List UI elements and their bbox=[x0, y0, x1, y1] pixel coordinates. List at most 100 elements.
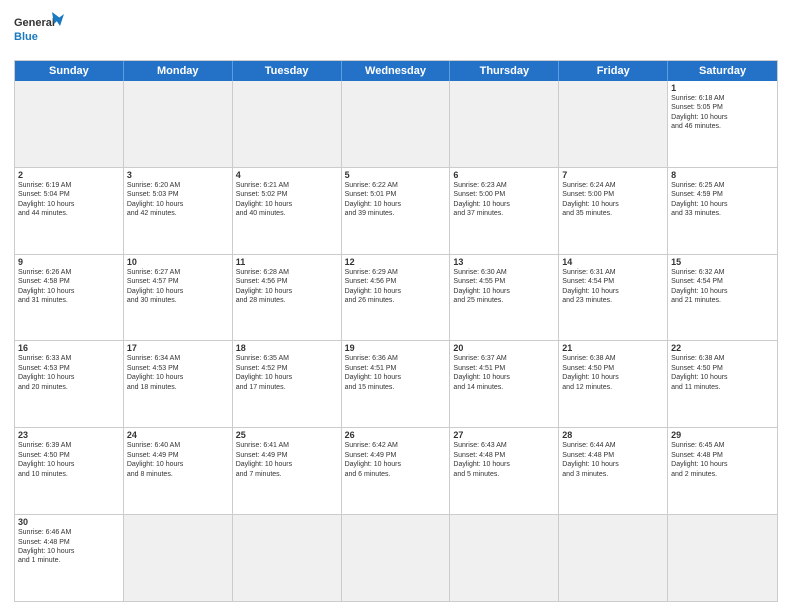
day-number: 16 bbox=[18, 343, 120, 353]
day-info: Sunrise: 6:23 AM Sunset: 5:00 PM Dayligh… bbox=[453, 181, 555, 219]
calendar-cell: 7Sunrise: 6:24 AM Sunset: 5:00 PM Daylig… bbox=[559, 168, 668, 254]
day-number: 13 bbox=[453, 257, 555, 267]
calendar-cell: 24Sunrise: 6:40 AM Sunset: 4:49 PM Dayli… bbox=[124, 428, 233, 514]
day-number: 4 bbox=[236, 170, 338, 180]
calendar-row-0: 1Sunrise: 6:18 AM Sunset: 5:05 PM Daylig… bbox=[15, 81, 777, 167]
calendar-row-3: 16Sunrise: 6:33 AM Sunset: 4:53 PM Dayli… bbox=[15, 340, 777, 427]
day-info: Sunrise: 6:36 AM Sunset: 4:51 PM Dayligh… bbox=[345, 354, 447, 392]
day-info: Sunrise: 6:27 AM Sunset: 4:57 PM Dayligh… bbox=[127, 268, 229, 306]
day-number: 20 bbox=[453, 343, 555, 353]
calendar-cell bbox=[342, 81, 451, 167]
day-number: 30 bbox=[18, 517, 120, 527]
calendar-cell: 23Sunrise: 6:39 AM Sunset: 4:50 PM Dayli… bbox=[15, 428, 124, 514]
calendar-cell bbox=[15, 81, 124, 167]
calendar-cell: 20Sunrise: 6:37 AM Sunset: 4:51 PM Dayli… bbox=[450, 341, 559, 427]
day-number: 1 bbox=[671, 83, 774, 93]
day-info: Sunrise: 6:38 AM Sunset: 4:50 PM Dayligh… bbox=[671, 354, 774, 392]
header: General Blue bbox=[14, 10, 778, 54]
day-info: Sunrise: 6:30 AM Sunset: 4:55 PM Dayligh… bbox=[453, 268, 555, 306]
generalblue-logo: General Blue bbox=[14, 10, 64, 54]
calendar-cell bbox=[124, 515, 233, 601]
calendar-cell: 21Sunrise: 6:38 AM Sunset: 4:50 PM Dayli… bbox=[559, 341, 668, 427]
day-info: Sunrise: 6:35 AM Sunset: 4:52 PM Dayligh… bbox=[236, 354, 338, 392]
day-number: 29 bbox=[671, 430, 774, 440]
day-info: Sunrise: 6:46 AM Sunset: 4:48 PM Dayligh… bbox=[18, 528, 120, 566]
day-number: 22 bbox=[671, 343, 774, 353]
day-info: Sunrise: 6:26 AM Sunset: 4:58 PM Dayligh… bbox=[18, 268, 120, 306]
calendar-cell: 4Sunrise: 6:21 AM Sunset: 5:02 PM Daylig… bbox=[233, 168, 342, 254]
weekday-header-wednesday: Wednesday bbox=[342, 61, 451, 81]
calendar-cell: 2Sunrise: 6:19 AM Sunset: 5:04 PM Daylig… bbox=[15, 168, 124, 254]
svg-text:General: General bbox=[14, 17, 55, 29]
calendar-cell: 14Sunrise: 6:31 AM Sunset: 4:54 PM Dayli… bbox=[559, 255, 668, 341]
page: General Blue SundayMondayTuesdayWednesda… bbox=[0, 0, 792, 612]
day-number: 7 bbox=[562, 170, 664, 180]
calendar-cell bbox=[668, 515, 777, 601]
calendar-cell: 12Sunrise: 6:29 AM Sunset: 4:56 PM Dayli… bbox=[342, 255, 451, 341]
calendar-cell: 1Sunrise: 6:18 AM Sunset: 5:05 PM Daylig… bbox=[668, 81, 777, 167]
day-info: Sunrise: 6:42 AM Sunset: 4:49 PM Dayligh… bbox=[345, 441, 447, 479]
calendar-cell: 5Sunrise: 6:22 AM Sunset: 5:01 PM Daylig… bbox=[342, 168, 451, 254]
day-info: Sunrise: 6:45 AM Sunset: 4:48 PM Dayligh… bbox=[671, 441, 774, 479]
weekday-header-sunday: Sunday bbox=[15, 61, 124, 81]
weekday-header-saturday: Saturday bbox=[668, 61, 777, 81]
calendar-cell: 3Sunrise: 6:20 AM Sunset: 5:03 PM Daylig… bbox=[124, 168, 233, 254]
calendar-cell bbox=[450, 515, 559, 601]
calendar: SundayMondayTuesdayWednesdayThursdayFrid… bbox=[14, 60, 778, 602]
calendar-cell: 13Sunrise: 6:30 AM Sunset: 4:55 PM Dayli… bbox=[450, 255, 559, 341]
calendar-cell: 25Sunrise: 6:41 AM Sunset: 4:49 PM Dayli… bbox=[233, 428, 342, 514]
calendar-cell: 22Sunrise: 6:38 AM Sunset: 4:50 PM Dayli… bbox=[668, 341, 777, 427]
day-info: Sunrise: 6:20 AM Sunset: 5:03 PM Dayligh… bbox=[127, 181, 229, 219]
day-info: Sunrise: 6:28 AM Sunset: 4:56 PM Dayligh… bbox=[236, 268, 338, 306]
day-info: Sunrise: 6:25 AM Sunset: 4:59 PM Dayligh… bbox=[671, 181, 774, 219]
day-info: Sunrise: 6:43 AM Sunset: 4:48 PM Dayligh… bbox=[453, 441, 555, 479]
calendar-cell bbox=[559, 81, 668, 167]
day-info: Sunrise: 6:18 AM Sunset: 5:05 PM Dayligh… bbox=[671, 94, 774, 132]
calendar-body: 1Sunrise: 6:18 AM Sunset: 5:05 PM Daylig… bbox=[15, 81, 777, 601]
day-info: Sunrise: 6:21 AM Sunset: 5:02 PM Dayligh… bbox=[236, 181, 338, 219]
weekday-header-monday: Monday bbox=[124, 61, 233, 81]
logo: General Blue bbox=[14, 10, 64, 54]
calendar-cell: 6Sunrise: 6:23 AM Sunset: 5:00 PM Daylig… bbox=[450, 168, 559, 254]
day-number: 25 bbox=[236, 430, 338, 440]
day-info: Sunrise: 6:33 AM Sunset: 4:53 PM Dayligh… bbox=[18, 354, 120, 392]
day-info: Sunrise: 6:34 AM Sunset: 4:53 PM Dayligh… bbox=[127, 354, 229, 392]
svg-text:Blue: Blue bbox=[14, 31, 38, 43]
day-number: 27 bbox=[453, 430, 555, 440]
day-info: Sunrise: 6:41 AM Sunset: 4:49 PM Dayligh… bbox=[236, 441, 338, 479]
calendar-cell: 15Sunrise: 6:32 AM Sunset: 4:54 PM Dayli… bbox=[668, 255, 777, 341]
day-info: Sunrise: 6:37 AM Sunset: 4:51 PM Dayligh… bbox=[453, 354, 555, 392]
weekday-header-thursday: Thursday bbox=[450, 61, 559, 81]
calendar-cell bbox=[233, 515, 342, 601]
day-number: 12 bbox=[345, 257, 447, 267]
calendar-row-4: 23Sunrise: 6:39 AM Sunset: 4:50 PM Dayli… bbox=[15, 427, 777, 514]
day-number: 15 bbox=[671, 257, 774, 267]
day-info: Sunrise: 6:19 AM Sunset: 5:04 PM Dayligh… bbox=[18, 181, 120, 219]
day-info: Sunrise: 6:24 AM Sunset: 5:00 PM Dayligh… bbox=[562, 181, 664, 219]
day-number: 28 bbox=[562, 430, 664, 440]
calendar-row-2: 9Sunrise: 6:26 AM Sunset: 4:58 PM Daylig… bbox=[15, 254, 777, 341]
calendar-cell: 29Sunrise: 6:45 AM Sunset: 4:48 PM Dayli… bbox=[668, 428, 777, 514]
calendar-row-1: 2Sunrise: 6:19 AM Sunset: 5:04 PM Daylig… bbox=[15, 167, 777, 254]
day-info: Sunrise: 6:22 AM Sunset: 5:01 PM Dayligh… bbox=[345, 181, 447, 219]
day-info: Sunrise: 6:31 AM Sunset: 4:54 PM Dayligh… bbox=[562, 268, 664, 306]
calendar-cell: 16Sunrise: 6:33 AM Sunset: 4:53 PM Dayli… bbox=[15, 341, 124, 427]
calendar-cell: 9Sunrise: 6:26 AM Sunset: 4:58 PM Daylig… bbox=[15, 255, 124, 341]
day-number: 11 bbox=[236, 257, 338, 267]
calendar-row-5: 30Sunrise: 6:46 AM Sunset: 4:48 PM Dayli… bbox=[15, 514, 777, 601]
day-number: 3 bbox=[127, 170, 229, 180]
day-number: 9 bbox=[18, 257, 120, 267]
calendar-cell: 28Sunrise: 6:44 AM Sunset: 4:48 PM Dayli… bbox=[559, 428, 668, 514]
day-number: 14 bbox=[562, 257, 664, 267]
day-info: Sunrise: 6:39 AM Sunset: 4:50 PM Dayligh… bbox=[18, 441, 120, 479]
day-number: 18 bbox=[236, 343, 338, 353]
calendar-cell bbox=[233, 81, 342, 167]
calendar-cell: 18Sunrise: 6:35 AM Sunset: 4:52 PM Dayli… bbox=[233, 341, 342, 427]
calendar-cell: 26Sunrise: 6:42 AM Sunset: 4:49 PM Dayli… bbox=[342, 428, 451, 514]
calendar-cell: 27Sunrise: 6:43 AM Sunset: 4:48 PM Dayli… bbox=[450, 428, 559, 514]
calendar-cell: 30Sunrise: 6:46 AM Sunset: 4:48 PM Dayli… bbox=[15, 515, 124, 601]
day-info: Sunrise: 6:44 AM Sunset: 4:48 PM Dayligh… bbox=[562, 441, 664, 479]
day-info: Sunrise: 6:29 AM Sunset: 4:56 PM Dayligh… bbox=[345, 268, 447, 306]
day-number: 24 bbox=[127, 430, 229, 440]
calendar-cell bbox=[342, 515, 451, 601]
